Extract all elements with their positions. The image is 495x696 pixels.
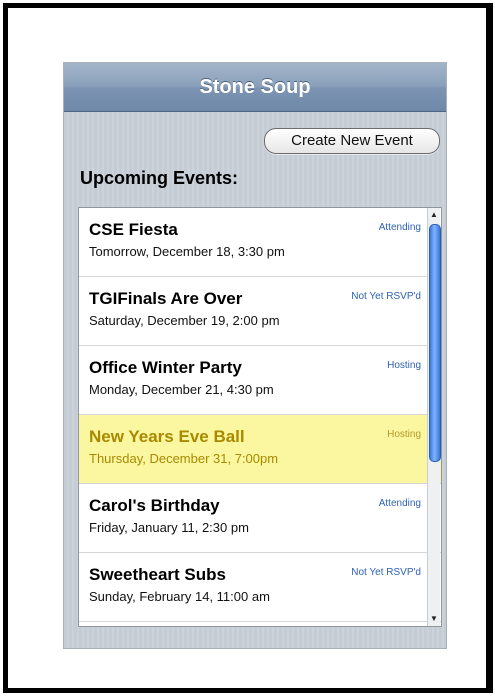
event-row[interactable]: Office Winter Party Hosting Monday, Dece…: [79, 346, 441, 415]
rsvp-status: Attending: [378, 222, 421, 233]
event-title: Carol's Birthday: [89, 496, 220, 515]
scrollbar[interactable]: ▲ ▼: [427, 208, 441, 626]
event-date: Thursday, December 31, 7:00pm: [89, 451, 279, 466]
event-row[interactable]: Sweetheart Subs Not Yet RSVP'd Sunday, F…: [79, 553, 441, 622]
rsvp-status: Hosting: [387, 360, 421, 371]
event-list: CSE Fiesta Attending Tomorrow, December …: [78, 207, 442, 627]
event-date: Sunday, February 14, 11:00 am: [89, 589, 270, 604]
section-title: Upcoming Events:: [80, 168, 239, 188]
down-arrow-icon[interactable]: ▼: [428, 613, 440, 625]
event-title: Office Winter Party: [89, 358, 242, 377]
event-date: Saturday, December 19, 2:00 pm: [89, 313, 280, 328]
event-date: Friday, January 11, 2:30 pm: [89, 520, 249, 535]
event-title: TGIFinals Are Over: [89, 289, 243, 308]
rsvp-status: Attending: [378, 498, 421, 509]
event-row-selected[interactable]: New Years Eve Ball Hosting Thursday, Dec…: [79, 415, 441, 484]
app-screen: Stone Soup Create New Event Upcoming Eve…: [63, 62, 447, 649]
create-new-event-button[interactable]: Create New Event: [264, 128, 440, 154]
up-arrow-icon[interactable]: ▲: [428, 209, 440, 221]
event-date: Monday, December 21, 4:30 pm: [89, 382, 274, 397]
rsvp-status: Not Yet RSVP'd: [351, 291, 421, 302]
event-title: Sweetheart Subs: [89, 565, 226, 584]
event-row[interactable]: CSE Fiesta Attending Tomorrow, December …: [79, 208, 441, 277]
navigation-bar: Stone Soup: [64, 63, 446, 112]
event-title: CSE Fiesta: [89, 220, 178, 239]
event-row[interactable]: Carol's Birthday Attending Friday, Janua…: [79, 484, 441, 553]
app-title: Stone Soup: [199, 76, 311, 98]
rsvp-status: Not Yet RSVP'd: [351, 567, 421, 578]
rsvp-status: Hosting: [387, 429, 421, 440]
event-title: New Years Eve Ball: [89, 427, 245, 446]
scroll-thumb[interactable]: [429, 224, 441, 462]
event-row[interactable]: TGIFinals Are Over Not Yet RSVP'd Saturd…: [79, 277, 441, 346]
event-date: Tomorrow, December 18, 3:30 pm: [89, 244, 285, 259]
